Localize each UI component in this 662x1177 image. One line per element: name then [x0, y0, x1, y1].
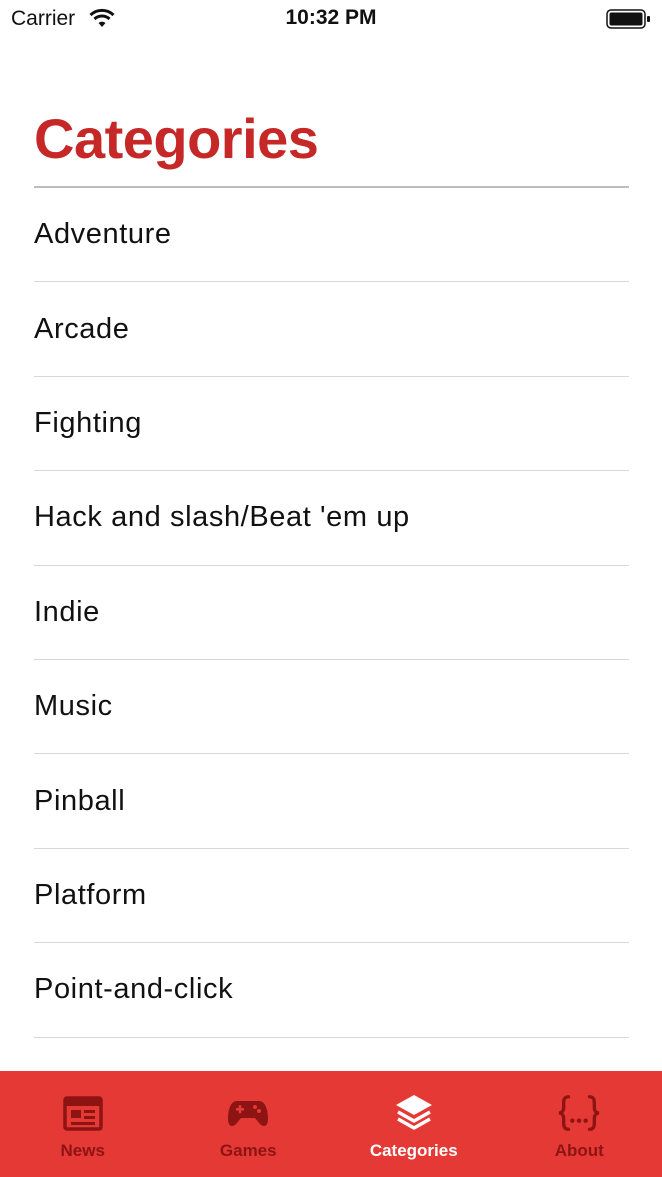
category-item-platform[interactable]: Platform: [34, 849, 629, 944]
page-title: Categories: [34, 107, 319, 170]
clock: 10:32 PM: [285, 6, 377, 29]
category-item-indie[interactable]: Indie: [34, 566, 629, 660]
gamepad-icon: [226, 1093, 270, 1133]
category-item-fighting[interactable]: Fighting: [34, 377, 629, 472]
tab-categories[interactable]: Categories: [331, 1071, 497, 1177]
tab-about-label: About: [554, 1141, 604, 1160]
newspaper-icon: [61, 1093, 105, 1133]
tab-games-label: Games: [219, 1141, 277, 1160]
tab-categories-label: Categories: [369, 1141, 458, 1160]
category-list: Adventure Arcade Fighting Hack and slash…: [34, 188, 629, 1038]
tab-news[interactable]: News: [0, 1071, 166, 1177]
category-item-pinball[interactable]: Pinball: [34, 754, 629, 849]
layers-icon: [392, 1093, 436, 1133]
category-item-adventure[interactable]: Adventure: [34, 188, 629, 283]
tab-news-label: News: [60, 1141, 105, 1160]
tab-about[interactable]: About: [497, 1071, 662, 1177]
category-item-music[interactable]: Music: [34, 660, 629, 755]
category-item-point-and-click[interactable]: Point-and-click: [34, 943, 629, 1038]
tab-bar: News Games Categories About: [0, 1071, 662, 1177]
tab-games[interactable]: Games: [166, 1071, 332, 1177]
braces-icon: [557, 1093, 601, 1133]
category-item-arcade[interactable]: Arcade: [34, 282, 629, 377]
status-bar: Carrier 10:32 PM: [0, 0, 662, 40]
battery-icon: [606, 9, 650, 29]
category-item-hack-and-slash[interactable]: Hack and slash/Beat 'em up: [34, 471, 629, 566]
